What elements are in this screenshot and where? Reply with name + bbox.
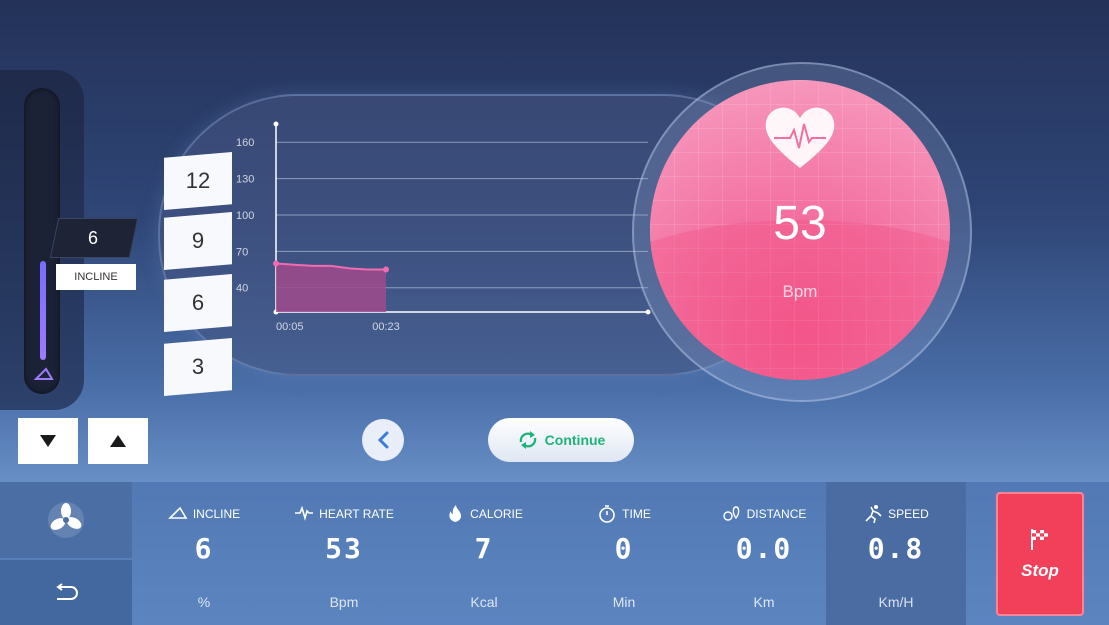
x-tick-label: 00:05 — [276, 321, 304, 333]
y-tick-label: 70 — [236, 246, 248, 258]
stat-unit: Km — [753, 594, 775, 610]
level-tile[interactable]: 9 — [164, 212, 232, 270]
stat-label: SPEED — [888, 507, 929, 521]
incline-label: INCLINE — [56, 264, 136, 290]
heart-rate-icon — [295, 505, 314, 521]
flame-icon — [449, 505, 462, 522]
stat-label: DISTANCE — [746, 507, 807, 521]
checkered-flag-icon — [1031, 529, 1048, 550]
level-tile[interactable]: 3 — [164, 338, 232, 396]
return-icon — [56, 582, 78, 600]
fan-button[interactable] — [0, 482, 132, 558]
stat-unit: Bpm — [329, 594, 359, 610]
incline-slider-fill — [40, 261, 46, 360]
stat-label: INCLINE — [192, 507, 241, 521]
stop-button[interactable]: Stop — [996, 492, 1084, 616]
level-tile[interactable]: 6 — [164, 274, 232, 332]
y-tick-label: 40 — [236, 283, 248, 295]
stat-unit: % — [197, 594, 211, 610]
incline-current-value: 6 — [87, 228, 98, 248]
stat-unit: Km/H — [878, 594, 914, 610]
continue-label: Continue — [544, 432, 606, 448]
continue-button[interactable]: Continue — [488, 418, 634, 462]
stat-header: CALORIE — [414, 504, 554, 524]
stat-incline: INCLINE 6% — [134, 482, 274, 625]
heart-rate-area — [276, 263, 386, 312]
arrow-down-icon — [40, 435, 56, 447]
fan-icon — [48, 502, 84, 538]
stopwatch-icon — [599, 505, 615, 523]
y-tick-label: 130 — [236, 174, 254, 186]
stat-header: INCLINE — [134, 504, 274, 524]
y-tick-label: 160 — [236, 137, 254, 149]
stat-heart: HEART RATE 53 Bpm — [274, 482, 414, 625]
incline-icon — [167, 506, 188, 519]
incline-icon — [33, 365, 54, 381]
refresh-icon — [519, 431, 536, 449]
stat-label: TIME — [622, 507, 651, 521]
stat-value: 53 — [325, 532, 363, 565]
data-point — [383, 266, 389, 273]
heart-rate-chart: 160 130 100 70 40 00:05 00:23 — [236, 121, 651, 333]
stat-header: HEART RATE — [274, 504, 414, 524]
stat-unit: Kcal — [470, 594, 498, 610]
stat-value: 0.0 — [735, 532, 793, 565]
level-tile[interactable]: 12 — [164, 152, 232, 210]
runner-icon — [865, 505, 882, 524]
stat-value: 7 — [474, 532, 494, 565]
stat-label: HEART RATE — [319, 507, 394, 521]
incline-up-button[interactable] — [88, 418, 148, 464]
stat-value: 6 — [194, 532, 214, 565]
y-tick-label: 100 — [236, 210, 254, 222]
stat-value: 0 — [614, 532, 634, 565]
stat-time: TIME 0 Min — [554, 482, 694, 625]
axis-end-dot — [273, 121, 279, 127]
stat-value: 0.8 — [867, 532, 925, 565]
data-point — [273, 260, 279, 267]
heart-rate-unit: Bpm — [782, 282, 818, 301]
stat-header: TIME — [554, 504, 694, 524]
location-pin-icon — [722, 506, 739, 521]
stat-label: CALORIE — [470, 507, 523, 521]
stop-label: Stop — [1021, 561, 1059, 580]
heart-rate-value: 53 — [773, 197, 827, 250]
stat-header: SPEED — [826, 504, 966, 524]
x-tick-label: 00:23 — [372, 321, 400, 333]
incline-down-button[interactable] — [18, 418, 78, 464]
back-button[interactable] — [362, 419, 404, 461]
chevron-left-icon — [377, 431, 389, 449]
heart-icon — [765, 107, 835, 168]
stat-calorie: CALORIE 7 Kcal — [414, 482, 554, 625]
stat-speed: SPEED 0.8 Km/H — [826, 482, 966, 625]
arrow-up-icon — [110, 435, 126, 447]
stat-unit: Min — [612, 594, 636, 610]
return-button[interactable] — [0, 560, 132, 625]
stat-distance: DISTANCE 0.0 Km — [694, 482, 834, 625]
stat-header: DISTANCE — [694, 504, 834, 524]
